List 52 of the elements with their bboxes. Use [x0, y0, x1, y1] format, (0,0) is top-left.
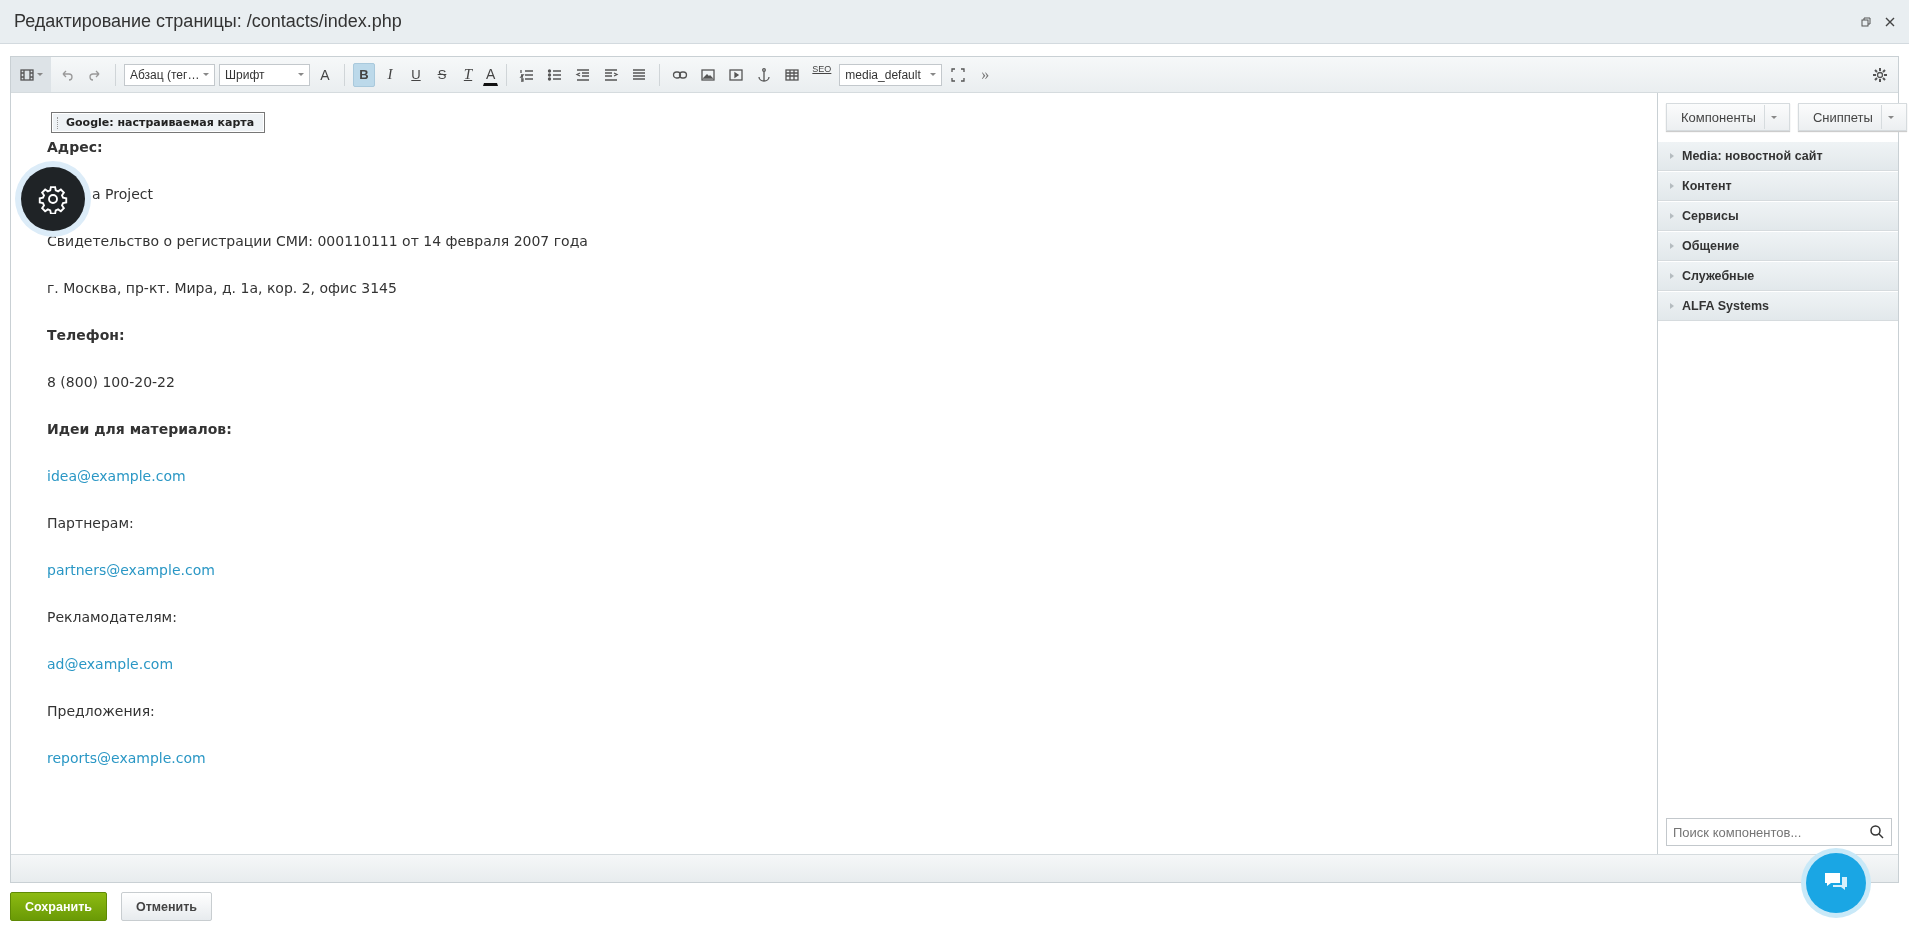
- paragraph-text: a Project: [92, 186, 153, 202]
- component-group[interactable]: Служебные: [1658, 261, 1898, 291]
- seo-button[interactable]: SEO: [808, 62, 836, 87]
- caret-icon: [930, 73, 937, 76]
- component-group[interactable]: Сервисы: [1658, 201, 1898, 231]
- dropdown[interactable]: Шрифт: [219, 63, 310, 86]
- outdent-icon: [575, 66, 592, 83]
- component-group[interactable]: ALFA Systems: [1658, 291, 1898, 321]
- paragraph-text: Предложения:: [47, 703, 155, 719]
- restore-icon[interactable]: [1861, 16, 1871, 27]
- more-button[interactable]: »: [974, 62, 997, 87]
- paragraph-text: Рекламодателям:: [47, 609, 177, 625]
- format-button[interactable]: S: [431, 62, 453, 87]
- component-group[interactable]: Контент: [1658, 171, 1898, 201]
- clear-format-button[interactable]: T: [457, 62, 479, 87]
- heading-text: Идеи для материалов:: [47, 421, 232, 437]
- cancel-button[interactable]: Отменить: [120, 892, 213, 921]
- component-tag[interactable]: Google: настраиваемая карта: [51, 112, 266, 133]
- table-icon: [784, 66, 801, 83]
- indent-icon: [603, 66, 620, 83]
- component-group[interactable]: Media: новостной сайт: [1658, 141, 1898, 171]
- paragraph-text: 8 (800) 100-20-22: [47, 374, 175, 390]
- dropdown[interactable]: media_default: [839, 63, 943, 86]
- video-icon: [728, 66, 745, 83]
- component-group[interactable]: Общение: [1658, 231, 1898, 261]
- caret-icon: [203, 73, 210, 76]
- layout-icon: [19, 66, 35, 83]
- fullscreen-icon: [950, 66, 967, 83]
- window-title: Редактирование страницы: /contacts/index.php: [14, 11, 403, 32]
- text-color-button[interactable]: A: [483, 63, 499, 86]
- heading-text: Адрес:: [47, 139, 103, 155]
- bullet-list-icon: [547, 66, 564, 83]
- toolbar-button[interactable]: [11, 57, 51, 92]
- font-size-button[interactable]: A: [314, 62, 336, 87]
- paragraph-text: Свидетельство о регистрации СМИ: 000110111 от 14 февраля 2007 года: [47, 233, 588, 249]
- caret-icon: [1770, 115, 1777, 119]
- image-icon: [700, 66, 717, 83]
- dropdown-button[interactable]: Компоненты: [1666, 103, 1790, 131]
- paragraph-text: г. Москва, пр-кт. Мира, д. 1а, кор. 2, офис 3145: [47, 280, 397, 296]
- anchor-icon: [756, 66, 773, 83]
- caret-icon: [298, 73, 304, 76]
- heading-text: Телефон:: [47, 327, 125, 343]
- dropdown-button[interactable]: Сниппеты: [1797, 103, 1907, 131]
- format-button[interactable]: B: [353, 62, 375, 87]
- paragraph-text: Партнерам:: [47, 515, 134, 531]
- format-button[interactable]: U: [405, 62, 427, 87]
- caret-icon: [37, 73, 43, 76]
- caret-icon: [1887, 115, 1894, 119]
- dropdown[interactable]: Абзац (тег…: [124, 63, 215, 86]
- format-button[interactable]: I: [379, 62, 401, 87]
- close-icon[interactable]: [1885, 16, 1895, 27]
- align-icon: [631, 66, 648, 83]
